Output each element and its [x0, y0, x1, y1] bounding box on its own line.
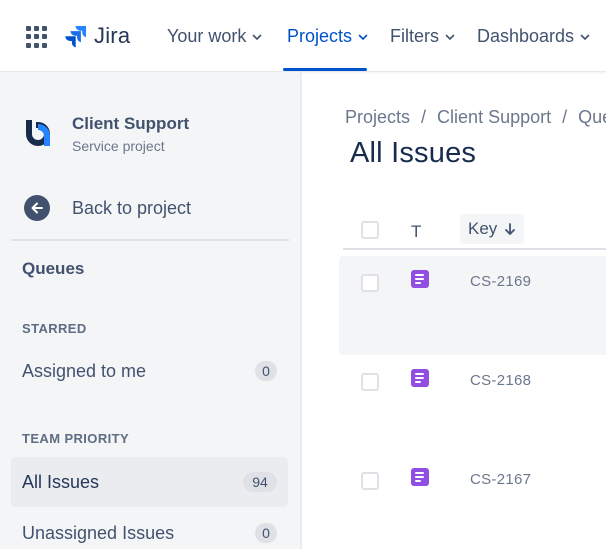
select-all-checkbox[interactable]: [361, 221, 379, 239]
app-name: Jira: [94, 23, 131, 48]
issue-key[interactable]: CS-2167: [470, 471, 531, 488]
nav-filters[interactable]: Filters: [390, 26, 456, 47]
sort-arrow-down-icon: [505, 222, 516, 235]
nav-dashboards[interactable]: Dashboards: [477, 26, 591, 47]
project-sidebar: Client Support Service project Back to p…: [0, 72, 302, 549]
queues-heading: Queues: [22, 259, 85, 278]
nav-projects[interactable]: Projects: [287, 26, 369, 47]
column-header-key-label: Key: [468, 219, 498, 238]
project-name: Client Support: [72, 114, 190, 133]
sidebar-divider: [11, 239, 289, 241]
column-header-key[interactable]: Key: [460, 214, 525, 244]
row-checkbox[interactable]: [361, 472, 379, 490]
breadcrumb-separator: /: [421, 107, 427, 127]
queue-assigned-to-me[interactable]: Assigned to me 0: [11, 346, 288, 396]
chevron-down-icon: [253, 34, 262, 40]
row-checkbox[interactable]: [361, 274, 379, 292]
service-request-icon: [411, 369, 429, 387]
queue-label: Assigned to me: [22, 360, 147, 381]
arrow-left-icon: [24, 195, 50, 221]
breadcrumb-client-support[interactable]: Client Support: [437, 107, 551, 128]
nav-dashboards-label: Dashboards: [477, 26, 575, 46]
column-header-type[interactable]: T: [411, 222, 421, 242]
nav-your-work[interactable]: Your work: [167, 26, 263, 47]
chevron-down-icon: [358, 34, 368, 40]
queue-label: All Issues: [22, 471, 100, 492]
nav-projects-label: Projects: [287, 26, 353, 46]
breadcrumb-queues[interactable]: Que: [578, 107, 606, 128]
main-content: Projects / Client Support / Que All Issu…: [303, 72, 606, 549]
table-row[interactable]: CS-2167: [339, 454, 606, 549]
queue-unassigned-issues[interactable]: Unassigned Issues 0: [11, 508, 288, 549]
section-team-priority-heading: TEAM PRIORITY: [22, 431, 130, 446]
active-nav-indicator: [283, 68, 367, 71]
queue-count-badge: 94: [243, 472, 277, 492]
back-to-project-button[interactable]: Back to project: [24, 195, 191, 221]
row-checkbox[interactable]: [361, 373, 379, 391]
breadcrumb-projects[interactable]: Projects: [345, 107, 410, 128]
back-to-project-label: Back to project: [72, 197, 192, 218]
app-switcher-icon[interactable]: [26, 26, 48, 48]
issue-key[interactable]: CS-2169: [470, 273, 531, 290]
queue-all-issues[interactable]: All Issues 94: [11, 457, 288, 507]
table-row[interactable]: CS-2169: [339, 256, 606, 355]
queue-count-badge: 0: [255, 523, 277, 543]
table-header: T Key: [343, 212, 606, 250]
service-request-icon: [411, 468, 429, 486]
chevron-down-icon: [445, 34, 455, 40]
jira-logo[interactable]: Jira: [64, 23, 130, 49]
breadcrumb-separator: /: [562, 107, 568, 127]
service-request-icon: [411, 270, 429, 288]
project-type: Service project: [72, 138, 165, 154]
page-title: All Issues: [350, 137, 477, 169]
top-navigation: Jira Your work Projects Filters Dashboar…: [0, 0, 606, 72]
nav-your-work-label: Your work: [167, 26, 247, 46]
table-row[interactable]: CS-2168: [339, 355, 606, 454]
queue-label: Unassigned Issues: [22, 522, 175, 543]
breadcrumb: Projects / Client Support / Que: [345, 107, 606, 128]
issue-key[interactable]: CS-2168: [470, 372, 531, 389]
jira-logo-icon: [65, 26, 86, 48]
chevron-down-icon: [580, 34, 590, 40]
project-avatar-icon: [26, 120, 50, 146]
queue-count-badge: 0: [255, 361, 277, 381]
section-starred-heading: STARRED: [22, 321, 87, 336]
nav-filters-label: Filters: [390, 26, 439, 46]
